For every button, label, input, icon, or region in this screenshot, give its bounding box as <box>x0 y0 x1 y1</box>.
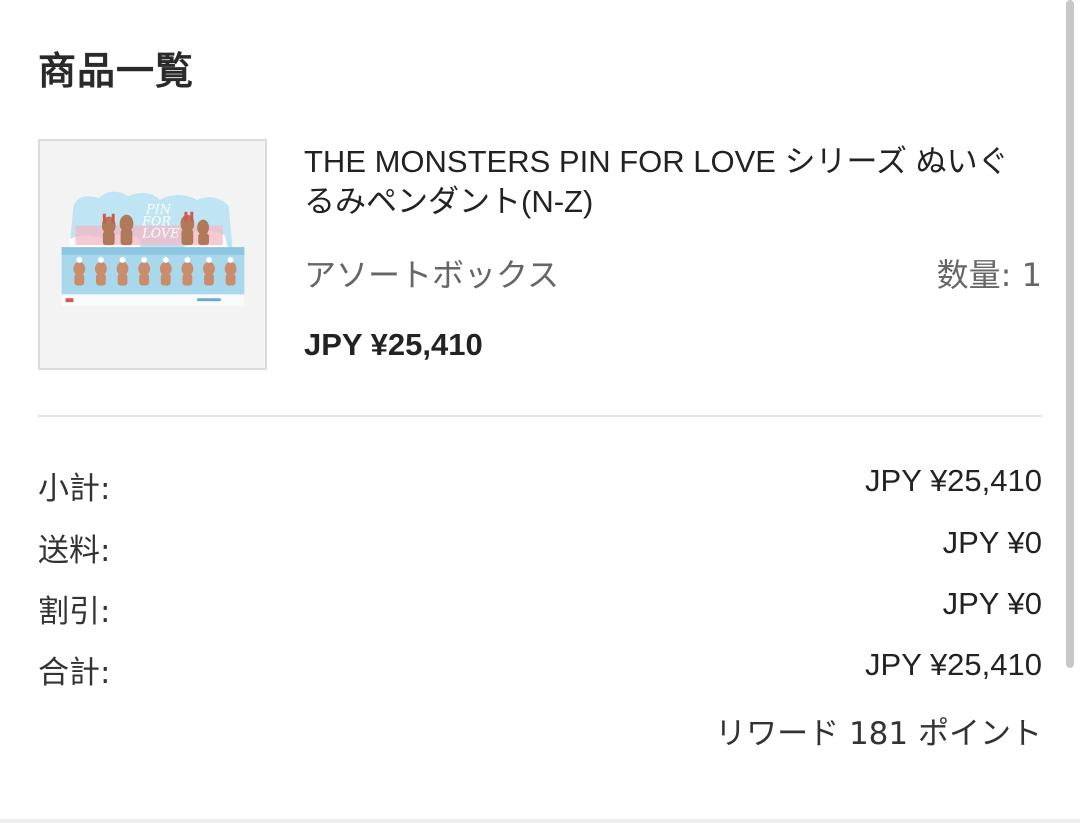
total-value: JPY ¥25,410 <box>865 647 1042 682</box>
scrollbar[interactable] <box>1064 0 1080 823</box>
bottom-divider <box>0 819 1080 823</box>
box-title-line-3: LOVE <box>141 226 180 241</box>
product-variant: アソートボックス <box>304 256 560 294</box>
product-box-illustration: PIN FOR LOVE <box>40 141 265 368</box>
product-name[interactable]: THE MONSTERS PIN FOR LOVE シリーズ ぬいぐるみペンダン… <box>304 142 1029 222</box>
shipping-label: 送料: <box>38 533 111 569</box>
total-label: 合計: <box>38 655 111 691</box>
discount-row: 割引: JPY ¥0 <box>38 586 1042 630</box>
order-summary-page: 商品一覧 PIN FOR LOVE THE MONSTERS PIN FOR L… <box>0 0 1080 823</box>
discount-label: 割引: <box>38 594 111 630</box>
divider <box>38 415 1042 417</box>
subtotal-row: 小計: JPY ¥25,410 <box>38 463 1042 507</box>
discount-value: JPY ¥0 <box>942 586 1042 621</box>
scrollbar-thumb[interactable] <box>1066 0 1074 668</box>
reward-points: リワード 181 ポイント <box>715 716 1042 752</box>
product-quantity: 数量: 1 <box>936 256 1042 294</box>
subtotal-label: 小計: <box>38 471 111 507</box>
product-image[interactable]: PIN FOR LOVE <box>38 139 267 370</box>
total-row: 合計: JPY ¥25,410 <box>38 647 1042 691</box>
shipping-value: JPY ¥0 <box>942 525 1042 560</box>
product-price: JPY ¥25,410 <box>304 327 483 362</box>
shipping-row: 送料: JPY ¥0 <box>38 525 1042 569</box>
subtotal-value: JPY ¥25,410 <box>865 463 1042 498</box>
section-title: 商品一覧 <box>38 49 195 93</box>
